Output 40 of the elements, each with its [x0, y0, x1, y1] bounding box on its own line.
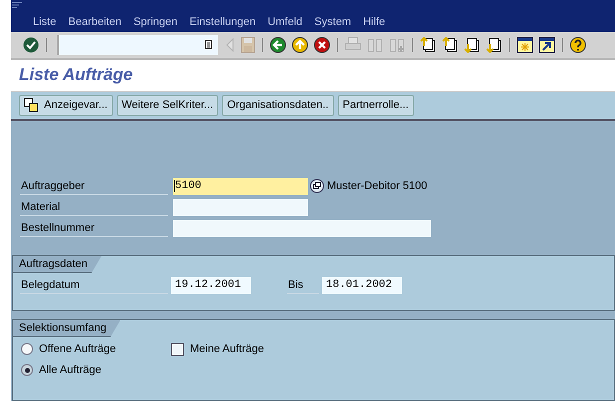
date-field[interactable]: 19.12.2001 — [171, 276, 251, 294]
menu-item[interactable]: Springen — [132, 16, 185, 28]
screen-title: Liste Aufträge — [19, 65, 133, 86]
field-label: Bis — [287, 276, 319, 294]
checkmark-icon[interactable] — [23, 36, 39, 53]
shortcut-icon[interactable] — [539, 36, 555, 53]
menu-item[interactable]: Hilfe — [362, 16, 392, 28]
menu-item[interactable]: Bearbeiten — [67, 16, 128, 28]
menu-item[interactable]: Umfeld — [266, 16, 310, 28]
popup-icon[interactable] — [310, 179, 324, 193]
field-label: Belegdatum — [20, 276, 168, 294]
input-field[interactable] — [173, 220, 431, 236]
help-icon[interactable] — [570, 36, 586, 53]
command-field[interactable] — [57, 34, 218, 55]
menu-item[interactable]: System — [313, 16, 358, 28]
input-field[interactable] — [173, 198, 308, 216]
up-arrow-icon[interactable] — [292, 36, 308, 53]
radio-option[interactable]: Offene Aufträge — [21, 341, 171, 357]
dropdown-icon[interactable] — [205, 40, 212, 50]
window-icon[interactable] — [517, 36, 533, 53]
field-label: Auftraggeber — [20, 178, 168, 194]
input-field[interactable]: 5100 — [173, 178, 308, 194]
toolbar-button[interactable]: Anzeigevar... — [19, 94, 113, 116]
customer-name: Muster-Debitor 5100 — [327, 180, 428, 192]
group-title: Selektionsumfang — [13, 320, 120, 337]
close-icon[interactable] — [314, 36, 330, 53]
radio-option[interactable]: Alle Aufträge — [21, 362, 171, 378]
toolbar-button[interactable]: Organisationsdaten.. — [222, 94, 334, 116]
toolbar-button[interactable]: Weitere SelKriter... — [116, 94, 218, 116]
group-title: Auftragsdaten — [13, 256, 102, 273]
field-label: Bestellnummer — [20, 220, 168, 236]
layout-icon — [24, 98, 38, 112]
menu-item[interactable]: Einstellungen — [188, 16, 263, 28]
system-menu-icon[interactable] — [12, 2, 22, 8]
field-label: Material — [20, 198, 168, 216]
back-icon[interactable] — [270, 36, 286, 53]
toolbar-button[interactable]: Partnerrolle... — [338, 94, 414, 116]
checkbox-option[interactable]: Meine Aufträge — [171, 341, 614, 357]
menu-item[interactable]: Liste — [32, 16, 64, 28]
date-field[interactable]: 18.01.2002 — [322, 276, 402, 294]
